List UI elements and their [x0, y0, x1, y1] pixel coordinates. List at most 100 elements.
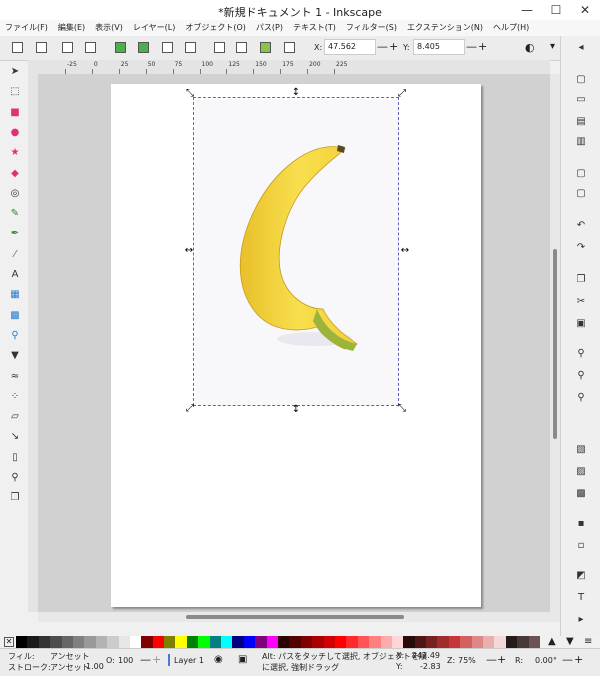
gradient-icon[interactable]: ▦: [9, 289, 21, 301]
menu-layer[interactable]: レイヤー(L): [128, 20, 180, 36]
star-icon[interactable]: ★: [9, 147, 21, 159]
color-swatch[interactable]: [312, 636, 325, 648]
close-button[interactable]: ✕: [570, 0, 600, 20]
zoom-icon[interactable]: ⚲: [9, 472, 21, 484]
layer-lock-icon[interactable]: ▣: [238, 654, 247, 665]
dropper-icon[interactable]: ⚲: [9, 330, 21, 342]
color-swatch[interactable]: [141, 636, 154, 648]
opacity-increment-button[interactable]: +: [152, 653, 161, 666]
menu-edit[interactable]: 編集(E): [53, 20, 90, 36]
color-swatch[interactable]: [528, 636, 541, 648]
y-increment-button[interactable]: +: [478, 39, 487, 55]
selector-icon[interactable]: ➤: [9, 66, 21, 78]
opacity-input[interactable]: 100: [118, 656, 133, 665]
3dbox-icon[interactable]: ◆: [9, 168, 21, 180]
color-swatch[interactable]: [27, 636, 40, 648]
minimize-button[interactable]: —: [512, 0, 542, 20]
color-swatch[interactable]: [448, 636, 461, 648]
color-swatch[interactable]: [72, 636, 85, 648]
raise-icon[interactable]: [138, 42, 149, 53]
horizontal-scrollbar[interactable]: [38, 612, 560, 622]
paste-icon[interactable]: ▣: [575, 318, 587, 330]
x-decrement-button[interactable]: —: [377, 39, 388, 55]
vertical-scroll-thumb[interactable]: [553, 249, 557, 439]
y-input[interactable]: 8.405: [413, 39, 465, 55]
connector-icon[interactable]: ↘: [9, 431, 21, 443]
align-left-icon[interactable]: [214, 42, 225, 53]
redo-icon[interactable]: ↷: [575, 242, 587, 254]
text-font-icon[interactable]: T: [575, 592, 587, 604]
scale-handle-t[interactable]: ↕: [291, 88, 301, 98]
node-icon[interactable]: ⬚: [9, 86, 21, 98]
layer-visibility-icon[interactable]: ◉: [214, 654, 223, 665]
text-icon[interactable]: A: [9, 269, 21, 281]
color-swatch[interactable]: [61, 636, 74, 648]
align-center-icon[interactable]: [236, 42, 247, 53]
scale-handle-l[interactable]: ↔: [184, 246, 194, 256]
duplicate-icon[interactable]: ▧: [575, 444, 587, 456]
color-swatch[interactable]: [129, 636, 142, 648]
controls-overflow-icon[interactable]: ▾: [550, 41, 555, 52]
color-swatch[interactable]: [255, 636, 268, 648]
scale-handle-br[interactable]: ⤡: [397, 404, 407, 414]
export-icon[interactable]: ▢: [575, 188, 587, 200]
fill-indicator[interactable]: アンセット: [50, 651, 90, 662]
ungroup-icon[interactable]: ▫: [575, 540, 587, 552]
scale-handle-b[interactable]: ↕: [291, 405, 301, 415]
color-swatch[interactable]: [186, 636, 199, 648]
save-icon[interactable]: ▤: [575, 116, 587, 128]
menu-filters[interactable]: フィルター(S): [341, 20, 402, 36]
color-swatch[interactable]: [300, 636, 313, 648]
opacity-decrement-button[interactable]: —: [140, 653, 151, 666]
import-icon[interactable]: ▢: [575, 168, 587, 180]
tweak-icon[interactable]: ≈: [9, 371, 21, 383]
pages-icon[interactable]: ❐: [9, 492, 21, 504]
scale-handle-bl[interactable]: ⤢: [185, 404, 195, 414]
zoom-increment-button[interactable]: +: [497, 653, 506, 666]
pencil-icon[interactable]: ✎: [9, 208, 21, 220]
color-swatch[interactable]: [278, 636, 290, 648]
zoom-page-icon[interactable]: ⚲: [575, 392, 587, 404]
color-swatch[interactable]: [16, 636, 28, 648]
expand-panel-icon[interactable]: ◂: [575, 42, 587, 54]
circle-icon[interactable]: ●: [9, 127, 21, 139]
stroke-indicator[interactable]: アンセット: [50, 662, 90, 673]
color-swatch[interactable]: [483, 636, 495, 648]
eraser-icon[interactable]: ▱: [9, 411, 21, 423]
xml-editor-icon[interactable]: ▸: [575, 614, 587, 626]
flip-v-icon[interactable]: [185, 42, 196, 53]
color-swatch[interactable]: [323, 636, 336, 648]
x-input[interactable]: 47.562: [324, 39, 376, 55]
color-swatch[interactable]: [391, 636, 404, 648]
calligraphy-icon[interactable]: ⁄: [9, 249, 21, 261]
clone-icon[interactable]: ▨: [575, 466, 587, 478]
maximize-button[interactable]: ☐: [541, 0, 571, 20]
select-all-icon[interactable]: [12, 42, 23, 53]
palette-menu-icon[interactable]: ≡: [584, 636, 592, 647]
fill-stroke-icon[interactable]: ◩: [575, 570, 587, 582]
no-paint-swatch[interactable]: ✕: [4, 637, 14, 647]
y-decrement-button[interactable]: —: [466, 39, 477, 55]
horizontal-scroll-thumb[interactable]: [186, 615, 404, 619]
rotation-increment-button[interactable]: +: [574, 653, 583, 666]
menu-view[interactable]: 表示(V): [90, 20, 128, 36]
color-swatch[interactable]: [243, 636, 256, 648]
palette-scroll-up-icon[interactable]: ▲: [548, 636, 556, 647]
menu-text[interactable]: テキスト(T): [288, 20, 341, 36]
color-swatch[interactable]: [505, 636, 518, 648]
color-swatch[interactable]: [380, 636, 393, 648]
rotation-input[interactable]: 0.00°: [535, 656, 557, 665]
open-icon[interactable]: ▭: [575, 94, 587, 106]
measure-icon[interactable]: ▯: [9, 452, 21, 464]
copy-icon[interactable]: ❐: [575, 274, 587, 286]
menu-path[interactable]: パス(P): [251, 20, 288, 36]
bucket-icon[interactable]: ▼: [9, 350, 21, 362]
color-swatch[interactable]: [346, 636, 359, 648]
scale-handle-tr[interactable]: ⤢: [397, 89, 407, 99]
unlink-clone-icon[interactable]: ▩: [575, 488, 587, 500]
color-swatch[interactable]: [517, 636, 530, 648]
align-top-icon[interactable]: [284, 42, 295, 53]
color-swatch[interactable]: [50, 636, 63, 648]
x-increment-button[interactable]: +: [389, 39, 398, 55]
color-swatch[interactable]: [437, 636, 450, 648]
